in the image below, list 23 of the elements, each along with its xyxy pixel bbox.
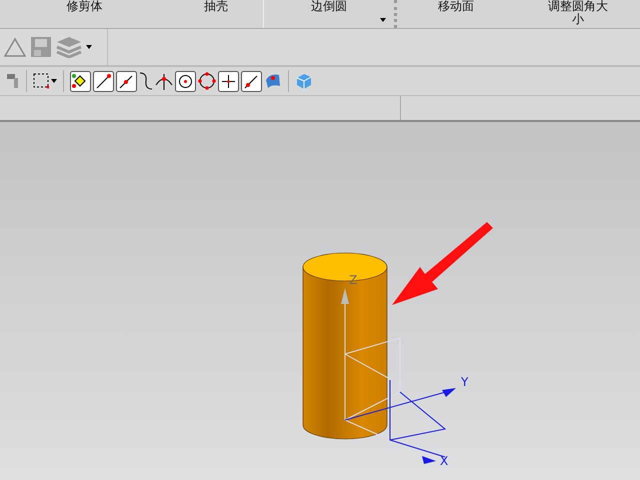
intersection-icon[interactable] [155,71,173,91]
triangle-icon[interactable] [4,37,26,57]
arrow-icon [392,222,493,305]
curve-icon[interactable] [139,71,153,91]
snap-points-icon[interactable] [70,70,91,92]
caret-icon[interactable] [86,45,92,49]
selection-box-icon[interactable] [33,73,49,89]
line-end-icon[interactable] [93,70,114,92]
ribbon-command[interactable]: 调整圆角大小 [546,0,610,26]
caret-icon[interactable] [380,18,386,22]
line-midpoint-icon[interactable] [116,70,137,92]
ribbon-command[interactable]: 抽壳 [204,0,228,13]
hammer-icon[interactable] [6,73,20,89]
circle-quadrant-icon[interactable] [198,72,216,90]
ribbon-command[interactable]: 修剪体 [66,0,102,13]
ribbon-command[interactable]: 移动面 [438,0,474,13]
axis-label: X [440,454,448,468]
ribbon-command[interactable]: 边倒圆 [310,0,347,13]
cube-icon[interactable] [295,72,313,90]
caret-icon[interactable] [51,79,57,83]
crosshair-icon[interactable] [218,70,239,92]
circle-center-icon[interactable] [175,70,196,92]
axis-label: Y [461,375,468,389]
